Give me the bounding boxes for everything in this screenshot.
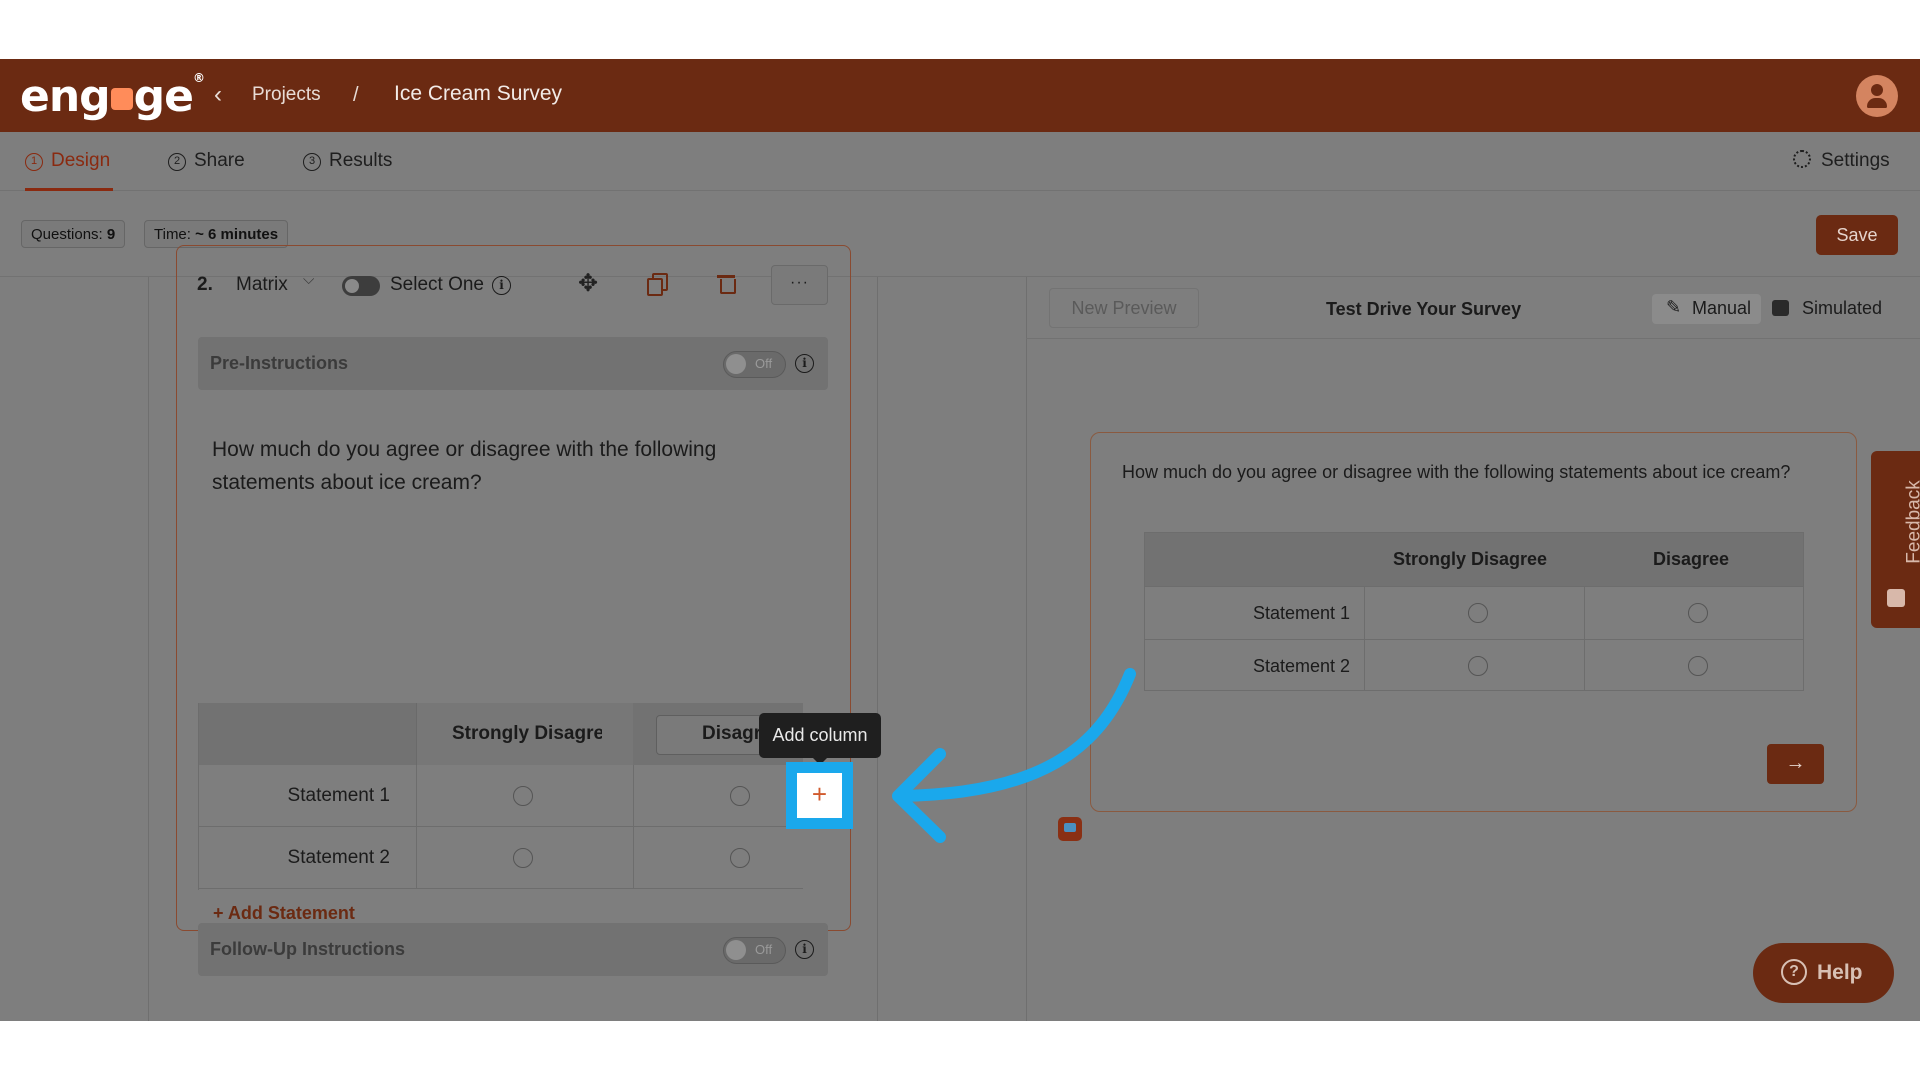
question-number: 2.: [197, 274, 213, 295]
chat-icon: [1772, 300, 1789, 316]
time-label: Time:: [154, 226, 191, 243]
pre-instructions-label: Pre-Instructions: [210, 353, 349, 373]
manual-label: Manual: [1692, 298, 1752, 318]
column-label: Strongly Disagree: [452, 723, 602, 744]
divider: [1364, 586, 1365, 691]
select-one-label: Select One: [390, 274, 484, 295]
questions-label: Questions:: [31, 226, 103, 243]
questions-count-badge: Questions: 9: [21, 220, 126, 248]
engage-logo[interactable]: eng ge®: [20, 71, 205, 122]
active-tab-indicator: [25, 188, 113, 191]
divider: [1584, 586, 1585, 691]
question-mark-icon: ?: [1781, 959, 1807, 985]
tab-label: Share: [194, 150, 245, 171]
info-icon[interactable]: i: [795, 940, 814, 959]
table-row: Statement 1: [1145, 586, 1803, 639]
user-avatar-icon[interactable]: [1856, 75, 1898, 117]
radio-button[interactable]: [730, 848, 750, 868]
pre-instructions-bar: Pre-Instructions Off i: [198, 337, 828, 390]
step-number-icon: 2: [168, 153, 186, 171]
radio-button[interactable]: [1688, 656, 1708, 676]
select-one-toggle[interactable]: [342, 276, 380, 296]
move-icon[interactable]: ✥: [578, 269, 598, 298]
chevron-down-icon[interactable]: ⌵: [303, 271, 314, 288]
top-bar: eng ge® ‹ Projects / Ice Cream Survey: [0, 59, 1920, 132]
tab-label: Design: [51, 150, 111, 171]
add-statement-button[interactable]: + Add Statement: [213, 903, 355, 924]
add-column-button[interactable]: +: [797, 773, 842, 818]
pre-instructions-toggle[interactable]: Off: [723, 351, 786, 378]
follow-up-instructions-toggle[interactable]: Off: [723, 937, 786, 964]
tab-bar: 1 Design 2 Share 3 Results Settings: [0, 132, 1920, 191]
tab-label: Results: [329, 150, 393, 171]
info-icon[interactable]: i: [795, 354, 814, 373]
more-options-button[interactable]: ···: [771, 265, 828, 305]
app-frame: eng ge® ‹ Projects / Ice Cream Survey 1 De…: [0, 59, 1920, 1021]
question-type-select[interactable]: Matrix: [236, 274, 288, 296]
time-value: ~ 6 minutes: [195, 226, 279, 243]
logo-mark-icon: [110, 88, 133, 110]
gear-icon: [1793, 150, 1811, 168]
preview-question-text: How much do you agree or disagree with t…: [1122, 462, 1791, 482]
annotation-arrow-icon: [892, 668, 1136, 843]
radio-button[interactable]: [730, 786, 750, 806]
settings-label: Settings: [1821, 150, 1890, 171]
new-preview-button[interactable]: New Preview: [1049, 288, 1199, 328]
info-icon[interactable]: i: [492, 276, 511, 295]
breadcrumb-projects[interactable]: Projects: [252, 84, 321, 106]
panel-divider: [1026, 277, 1027, 1021]
divider: [198, 703, 199, 890]
toggle-state-label: Off: [755, 942, 773, 957]
help-label: Help: [1817, 961, 1863, 984]
follow-up-instructions-label: Follow-Up Instructions: [210, 939, 405, 959]
radio-button[interactable]: [1688, 603, 1708, 623]
next-button[interactable]: →: [1767, 744, 1824, 784]
statement-label[interactable]: Statement 1: [198, 785, 390, 807]
duplicate-icon[interactable]: [647, 273, 668, 296]
statement-label: Statement 2: [1252, 656, 1350, 676]
table-row: Statement 2: [198, 827, 803, 889]
matrix-editor: Strongly Disagree Disagree Statement 1 S…: [198, 703, 803, 890]
tab-design[interactable]: 1 Design: [25, 150, 110, 172]
smiley-icon: [1887, 589, 1905, 607]
chevron-left-icon[interactable]: ‹: [214, 81, 222, 109]
divider: [416, 765, 417, 889]
settings-button[interactable]: Settings: [1793, 150, 1890, 172]
time-estimate-badge: Time: ~ 6 minutes: [144, 220, 289, 248]
tab-share[interactable]: 2 Share: [168, 150, 245, 172]
table-row: Statement 2: [1145, 639, 1803, 692]
table-row: Statement 1: [198, 765, 803, 827]
radio-button[interactable]: [1468, 656, 1488, 676]
simulated-mode-button[interactable]: Simulated: [1772, 298, 1882, 319]
preview-title: Test Drive Your Survey: [1326, 299, 1522, 319]
add-column-tooltip: Add column: [759, 713, 881, 765]
radio-button[interactable]: [513, 786, 533, 806]
statement-label[interactable]: Statement 2: [198, 847, 390, 869]
survey-title: Ice Cream Survey: [394, 82, 563, 105]
column-label: Disagree: [1653, 549, 1730, 569]
toggle-state-label: Off: [755, 356, 773, 371]
radio-button[interactable]: [513, 848, 533, 868]
follow-up-instructions-bar: Follow-Up Instructions Off i: [198, 923, 828, 976]
question-text[interactable]: How much do you agree or disagree with t…: [212, 433, 772, 499]
feedback-tab[interactable]: Feedback: [1871, 451, 1920, 628]
questions-value: 9: [106, 226, 116, 243]
radio-button[interactable]: [1468, 603, 1488, 623]
pencil-icon: ✎: [1666, 297, 1682, 317]
trash-icon[interactable]: [717, 273, 736, 294]
column-label: Strongly Disagree: [1393, 549, 1548, 569]
preview-matrix: Strongly Disagree Disagree Statement 1 S…: [1144, 532, 1804, 691]
feedback-label: Feedback: [1903, 480, 1920, 564]
manual-mode-button[interactable]: ✎ Manual: [1652, 294, 1761, 324]
simulated-label: Simulated: [1802, 298, 1883, 318]
divider: [633, 765, 634, 889]
help-button[interactable]: ? Help: [1753, 943, 1894, 1003]
tab-results[interactable]: 3 Results: [303, 150, 392, 172]
step-number-icon: 1: [25, 153, 43, 171]
breadcrumb-separator: /: [353, 84, 359, 106]
save-button[interactable]: Save: [1816, 215, 1898, 255]
statement-label: Statement 1: [1252, 603, 1350, 623]
step-number-icon: 3: [303, 153, 321, 171]
